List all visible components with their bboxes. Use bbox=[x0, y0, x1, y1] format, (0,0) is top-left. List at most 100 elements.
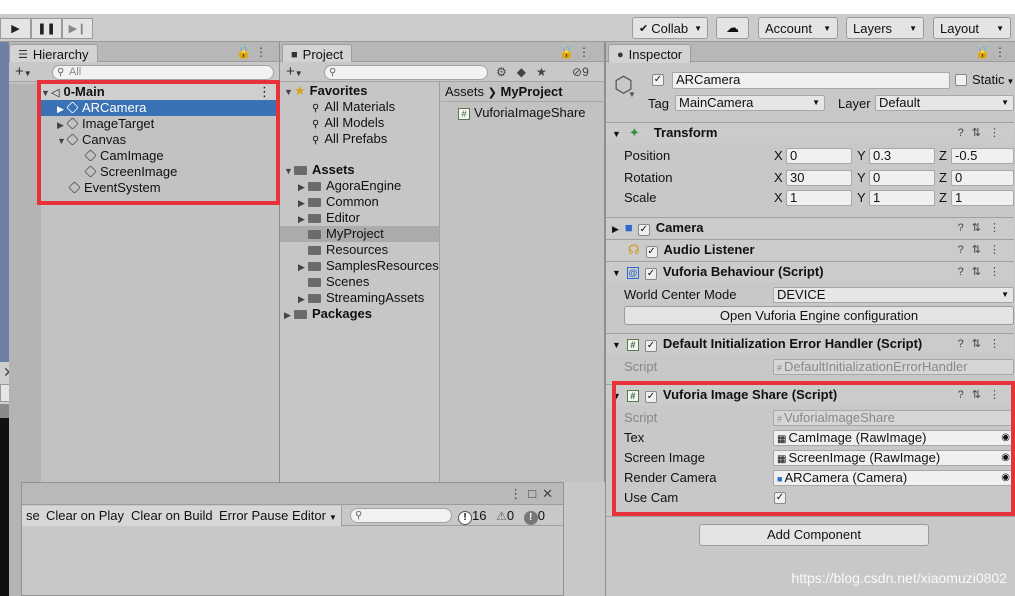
scale-z-input[interactable]: 1 bbox=[951, 190, 1014, 206]
position-z-input[interactable]: -0.5 bbox=[951, 148, 1014, 164]
clear-on-build-button[interactable]: Clear on Build bbox=[127, 506, 218, 526]
folder-common[interactable]: ▶ Common bbox=[298, 194, 379, 210]
object-picker-icon[interactable]: ◉ bbox=[1001, 431, 1010, 445]
scale-x-input[interactable]: 1 bbox=[786, 190, 852, 206]
object-picker-icon[interactable]: ◉ bbox=[1001, 451, 1010, 465]
value: 0 bbox=[955, 170, 963, 185]
fav-item-models[interactable]: ⚲ All Models bbox=[312, 115, 384, 131]
audio-enabled-checkbox[interactable]: ✓ bbox=[645, 246, 658, 258]
preset-icon: ⇅ bbox=[971, 338, 989, 350]
scale-y-input[interactable]: 1 bbox=[869, 190, 935, 206]
component-menu-icons[interactable]: ?⇅⋮ bbox=[958, 262, 1008, 282]
component-menu-icons[interactable]: ?⇅⋮ bbox=[958, 334, 1008, 354]
rotation-z-input[interactable]: 0 bbox=[951, 170, 1014, 186]
cloud-button[interactable]: ☁ bbox=[716, 17, 749, 39]
layout-dropdown[interactable]: Layout ▼ bbox=[933, 17, 1011, 39]
audio-listener-header[interactable]: ☊ ✓ Audio Listener ?⇅⋮ bbox=[606, 239, 1014, 260]
folder-streamingassets[interactable]: ▶ StreamingAssets bbox=[298, 290, 424, 306]
play-button[interactable]: ▶ bbox=[0, 18, 31, 39]
packages-row[interactable]: ▶ Packages bbox=[284, 306, 372, 322]
error-pause-button[interactable]: Error Pause bbox=[215, 506, 294, 526]
vuforia-behaviour-header[interactable]: ▼ @ ✓ Vuforia Behaviour (Script) ?⇅⋮ bbox=[606, 261, 1014, 282]
clear-on-play-button[interactable]: Clear on Play bbox=[42, 506, 130, 526]
create-asset-button[interactable]: +▼ bbox=[286, 63, 303, 80]
layer-dropdown[interactable]: Default ▼ bbox=[875, 95, 1014, 111]
use-cam-checkbox[interactable]: ✓ bbox=[774, 492, 786, 504]
screen-image-object-field[interactable]: ▦ ScreenImage (RawImage) ◉ bbox=[773, 450, 1014, 466]
image-share-enabled-checkbox[interactable]: ✓ bbox=[644, 391, 657, 403]
folder-resources[interactable]: Resources bbox=[308, 242, 388, 258]
tex-object-field[interactable]: ▦ CamImage (RawImage) ◉ bbox=[773, 430, 1014, 446]
tab-project[interactable]: ■ Project bbox=[282, 44, 353, 63]
hierarchy-item-imagetarget[interactable]: ▶ ImageTarget bbox=[41, 116, 154, 132]
open-vuforia-config-button[interactable]: Open Vuforia Engine configuration bbox=[624, 306, 1014, 325]
position-y-input[interactable]: 0.3 bbox=[869, 148, 935, 164]
console-counters[interactable]: ! 16 ⚠0 ! 0 bbox=[458, 507, 545, 525]
collab-button[interactable]: ✔ Collab ▼ bbox=[632, 17, 708, 39]
layers-dropdown[interactable]: Layers ▼ bbox=[846, 17, 924, 39]
error-handler-header[interactable]: ▼ # ✓ Default Initialization Error Handler … bbox=[606, 333, 1014, 354]
static-checkbox[interactable] bbox=[955, 74, 967, 86]
chevron-down-icon[interactable]: ▼ bbox=[628, 90, 636, 99]
scene-row[interactable]: ▼◁ 0-Main ⋮ bbox=[41, 84, 279, 100]
component-menu-icons[interactable]: ?⇅⋮ bbox=[958, 385, 1008, 405]
active-checkbox[interactable]: ✓ bbox=[652, 74, 664, 86]
rotation-y-input[interactable]: 0 bbox=[869, 170, 935, 186]
window-controls[interactable]: ⋮□✕ bbox=[509, 486, 559, 502]
component-menu-icons[interactable]: ?⇅⋮ bbox=[958, 218, 1008, 238]
object-name-input[interactable]: ARCamera bbox=[672, 72, 950, 89]
console-search-input[interactable]: ⚲ bbox=[350, 508, 452, 523]
hierarchy-item-eventsystem[interactable]: EventSystem bbox=[41, 180, 161, 196]
tab-hierarchy[interactable]: ☰ Hierarchy bbox=[9, 44, 98, 63]
folder-myproject[interactable]: MyProject bbox=[280, 226, 439, 242]
hierarchy-item-canvas[interactable]: ▼ Canvas bbox=[41, 132, 126, 148]
breadcrumb-assets[interactable]: Assets bbox=[445, 84, 484, 99]
camera-header[interactable]: ▶ ■ ✓ Camera ?⇅⋮ bbox=[606, 217, 1014, 238]
step-button[interactable]: ▶❙ bbox=[62, 18, 93, 39]
transform-header[interactable]: ▼ ✦ Transform ?⇅⋮ bbox=[606, 122, 1014, 143]
render-camera-row: Render Camera ■ ARCamera (Camera) ◉ bbox=[606, 468, 1014, 488]
vuforia-enabled-checkbox[interactable]: ✓ bbox=[644, 268, 657, 280]
asset-file-vuforiaimageshare[interactable]: # VuforiaImageShare bbox=[458, 105, 586, 121]
world-center-dropdown[interactable]: DEVICE ▼ bbox=[773, 287, 1014, 303]
folder-agoraengine[interactable]: ▶ AgoraEngine bbox=[298, 178, 401, 194]
tex-row: Tex ▦ CamImage (RawImage) ◉ bbox=[606, 428, 1014, 448]
lock-menu-icon[interactable]: 🔒⋮ bbox=[236, 45, 271, 59]
component-menu-icons[interactable]: ?⇅⋮ bbox=[958, 240, 1008, 260]
position-x-input[interactable]: 0 bbox=[786, 148, 852, 164]
hierarchy-item-arcamera[interactable]: ▶ ARCamera bbox=[41, 100, 279, 116]
error-handler-enabled-checkbox[interactable]: ✓ bbox=[644, 340, 657, 352]
lock-menu-icon[interactable]: 🔒⋮ bbox=[559, 45, 594, 59]
fav-item-prefabs[interactable]: ⚲ All Prefabs bbox=[312, 131, 387, 147]
project-search-input[interactable]: ⚲ bbox=[324, 65, 488, 80]
hidden-packages-button[interactable]: ⊘9 bbox=[572, 65, 589, 79]
editor-dropdown[interactable]: Editor ▼ bbox=[288, 506, 342, 526]
image-share-header[interactable]: ▼ # ✓ Vuforia Image Share (Script) ?⇅⋮ bbox=[606, 384, 1014, 405]
folder-editor[interactable]: ▶ Editor bbox=[298, 210, 360, 226]
object-picker-icon[interactable]: ◉ bbox=[1001, 471, 1010, 485]
assets-row[interactable]: ▼ Assets bbox=[284, 162, 355, 178]
folder-samplesresources[interactable]: ▶ SamplesResources bbox=[298, 258, 439, 274]
tab-inspector[interactable]: ● Inspector bbox=[608, 44, 692, 63]
account-dropdown[interactable]: Account ▼ bbox=[758, 17, 838, 39]
hierarchy-search-input[interactable]: ⚲ All bbox=[52, 65, 274, 80]
component-menu-icons[interactable]: ?⇅⋮ bbox=[958, 123, 1008, 143]
add-component-button[interactable]: Add Component bbox=[699, 524, 929, 546]
chevron-down-icon[interactable]: ▼ bbox=[1007, 77, 1015, 86]
render-camera-object-field[interactable]: ■ ARCamera (Camera) ◉ bbox=[773, 470, 1014, 486]
add-object-button[interactable]: +▼ bbox=[15, 63, 32, 80]
axis-z-label: Z bbox=[939, 190, 947, 205]
rotation-x-input[interactable]: 30 bbox=[786, 170, 852, 186]
hierarchy-item-screenimage[interactable]: ScreenImage bbox=[41, 164, 177, 180]
tag-dropdown[interactable]: MainCamera ▼ bbox=[675, 95, 825, 111]
pause-button[interactable]: ❚❚ bbox=[31, 18, 62, 39]
more-icon[interactable]: ⋮ bbox=[258, 84, 271, 100]
folder-scenes[interactable]: Scenes bbox=[308, 274, 369, 290]
breadcrumb-current[interactable]: MyProject bbox=[500, 84, 562, 99]
fav-item-materials[interactable]: ⚲ All Materials bbox=[312, 99, 395, 115]
lock-menu-icon[interactable]: 🔒⋮ bbox=[975, 45, 1010, 59]
filter-icons[interactable]: ⚙◆★ bbox=[496, 65, 557, 79]
favorites-row[interactable]: ▼★ Favorites bbox=[284, 83, 367, 99]
hierarchy-item-camimage[interactable]: CamImage bbox=[41, 148, 164, 164]
camera-enabled-checkbox[interactable]: ✓ bbox=[637, 224, 650, 236]
